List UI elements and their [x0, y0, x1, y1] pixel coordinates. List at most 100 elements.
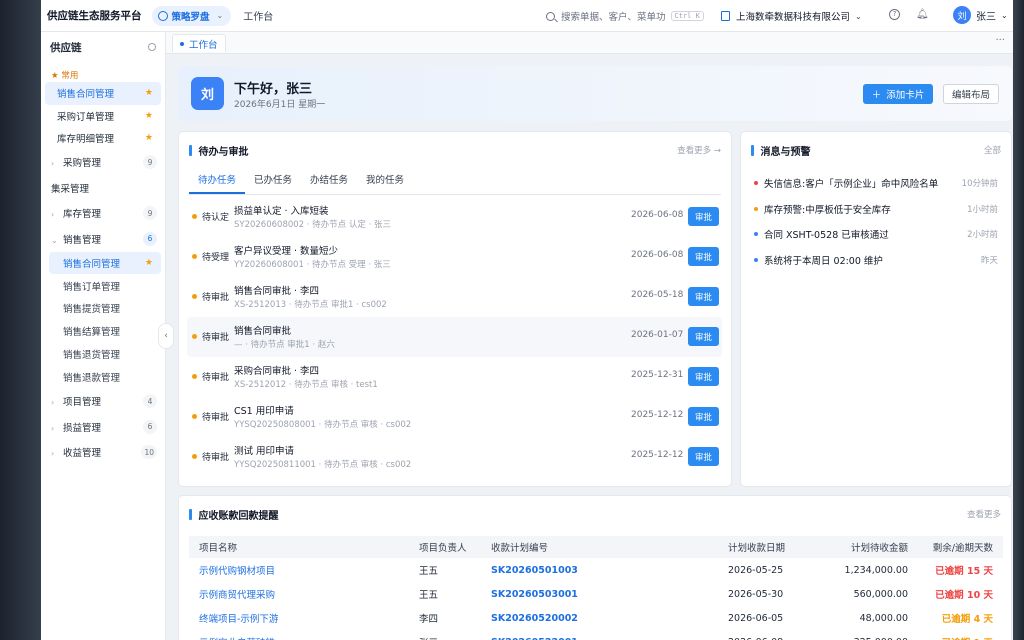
chevron-down-icon: ⌄: [51, 235, 58, 245]
plan-code-link[interactable]: SK20260503001: [481, 582, 718, 606]
view-all-link[interactable]: 全部: [984, 144, 1001, 156]
sidebar-sub-sales-pickup[interactable]: 销售提货管理: [49, 297, 161, 320]
alert-item[interactable]: 库存预警:中厚板低于安全库存 1小时前: [754, 201, 998, 217]
sidebar-menu-project[interactable]: › 项目管理 4: [41, 388, 165, 414]
status-badge: 待审批: [192, 410, 229, 423]
tab-pending[interactable]: 待办任务: [189, 172, 246, 194]
todo-title: 测试 用印申请: [234, 446, 295, 457]
date-cell: 2026-06-05: [728, 612, 784, 624]
approve-button[interactable]: 审批: [688, 207, 719, 226]
sidebar-menu-purchase[interactable]: › 采购管理 9: [41, 150, 165, 176]
dot-icon: [180, 41, 184, 46]
owner-cell: 王五: [419, 566, 439, 577]
todo-item[interactable]: 待认定 损益单认定 · 入库短装 SY20260608002 · 待办节点 认定…: [187, 197, 722, 237]
sidebar-sub-sales-refund[interactable]: 销售退款管理: [49, 365, 161, 388]
sidebar-item-sales-contract[interactable]: 销售合同管理 ★: [45, 82, 161, 105]
count-badge: 4: [143, 394, 157, 409]
tab-done[interactable]: 已办任务: [245, 172, 301, 194]
menu-label: 项目管理: [63, 397, 102, 409]
sidebar-menu-inventory[interactable]: › 库存管理 9: [41, 201, 165, 227]
plan-code-link[interactable]: SK20260501003: [481, 558, 718, 582]
approve-button[interactable]: 审批: [688, 247, 719, 266]
approve-button[interactable]: 审批: [688, 407, 719, 426]
todo-card: 待办与审批 查看更多 → 待办任务 已办任务 办结任务 我的任务 待认定 损益单…: [178, 131, 732, 487]
alert-item[interactable]: 失信信息:客户「示例企业」命中风险名单 10分钟前: [754, 175, 998, 191]
sidebar-menu-sales[interactable]: ⌄ 销售管理 6: [41, 226, 165, 252]
project-link[interactable]: 示例实业自营硅铁: [189, 630, 409, 640]
star-icon[interactable]: ★: [145, 133, 153, 143]
sidebar-collapse-button[interactable]: ‹: [158, 323, 174, 349]
background-right: [1013, 0, 1024, 640]
date-cell: 2026-05-25: [728, 564, 784, 576]
todo-item[interactable]: 待审批 测试 用印申请 YYSQ20250811001 · 待办节点 审核 · …: [187, 437, 722, 477]
approve-button[interactable]: 审批: [688, 287, 719, 306]
strategy-label: 策略罗盘: [171, 11, 210, 23]
frequent-group-label: ★ 常用: [51, 71, 79, 81]
todo-item[interactable]: 待审批 CS1 用印申请 YYSQ20250808001 · 待办节点 审核 ·…: [187, 397, 722, 437]
status-badge: 待受理: [192, 250, 229, 263]
project-link[interactable]: 示例商贸代理采购: [189, 582, 409, 606]
sub-label: 销售退货管理: [63, 350, 121, 362]
tab-closed[interactable]: 办结任务: [301, 172, 357, 194]
receivables-card: 应收账款回款提醒 查看更多 项目名称 项目负责人 收款计划编号 计划收款日期 计…: [178, 495, 1012, 640]
user-menu[interactable]: 刘 张三 ⌄: [953, 6, 1008, 24]
help-icon[interactable]: ?: [889, 9, 900, 20]
todo-item[interactable]: 待审批 销售合同审批 · 李四 XS-2512013 · 待办节点 审批1 · …: [187, 277, 722, 317]
alert-text: 失信信息:客户「示例企业」命中风险名单: [764, 179, 939, 190]
card-title: 消息与预警: [751, 143, 811, 158]
view-more-link[interactable]: 查看更多: [967, 508, 1001, 520]
alert-item[interactable]: 系统将于本周日 02:00 维护 昨天: [754, 252, 998, 268]
sidebar-menu-profit-loss[interactable]: › 损益管理 6: [41, 414, 165, 440]
edit-layout-button[interactable]: 编辑布局: [943, 84, 999, 104]
overdue-cell: 已逾期 1 天: [918, 630, 1003, 640]
app-window: 供应链生态服务平台 策略罗盘 ⌄ 工作台 搜索单据、客户、菜单功 Ctrl K …: [41, 0, 1013, 640]
sub-label: 销售合同管理: [63, 258, 121, 270]
sidebar-sub-sales-return[interactable]: 销售退货管理: [49, 343, 161, 366]
plan-code-link[interactable]: SK20260522001: [481, 630, 718, 640]
star-icon[interactable]: ★: [145, 258, 153, 268]
approve-button[interactable]: 审批: [688, 447, 719, 466]
alert-item[interactable]: 合同 XSHT-0528 已审核通过 2小时前: [754, 226, 998, 242]
project-link[interactable]: 示例代购钢材项目: [189, 558, 409, 582]
tab-workbench[interactable]: 工作台: [172, 34, 226, 52]
plan-code-link[interactable]: SK20260520002: [481, 606, 718, 630]
sidebar-sub-sales-settlement[interactable]: 销售结算管理: [49, 320, 161, 343]
add-card-button[interactable]: ＋ 添加卡片: [863, 84, 933, 104]
menu-label: 收益管理: [63, 448, 102, 460]
todo-tabs: 待办任务 已办任务 办结任务 我的任务: [189, 172, 413, 194]
sidebar-sub-sales-order[interactable]: 销售订单管理: [49, 274, 161, 297]
todo-subtitle: YY20260608001 · 待办节点 受理 · 张三: [234, 260, 391, 270]
todo-item[interactable]: 待受理 客户异议受理 · 数量短少 YY20260608001 · 待办节点 受…: [187, 237, 722, 277]
bell-icon[interactable]: 🔔︎: [916, 9, 929, 20]
chevron-down-icon: ⌄: [855, 11, 862, 21]
search-icon[interactable]: [148, 43, 156, 51]
company-selector[interactable]: 上海数牵数据科技有限公司 ⌄: [721, 9, 862, 23]
search-input[interactable]: 搜索单据、客户、菜单功 Ctrl K: [546, 6, 708, 26]
count-badge: 6: [143, 419, 157, 434]
sidebar-menu-revenue[interactable]: › 收益管理 10: [41, 439, 165, 465]
menu-label: 销售管理: [63, 234, 102, 246]
sidebar-sub-sales-contract[interactable]: 销售合同管理 ★: [49, 251, 161, 275]
table-row: 示例代购钢材项目 王五 SK20260501003 2026-05-25 1,2…: [189, 558, 1003, 582]
project-link[interactable]: 终端项目-示例下游: [189, 606, 409, 630]
approve-button[interactable]: 审批: [688, 327, 719, 346]
view-more-link[interactable]: 查看更多 →: [677, 144, 721, 156]
menu-label: 集采管理: [51, 183, 90, 195]
strategy-compass-button[interactable]: 策略罗盘 ⌄: [151, 5, 232, 26]
more-icon[interactable]: ···: [995, 35, 1005, 46]
tab-mine[interactable]: 我的任务: [357, 172, 413, 194]
todo-item[interactable]: 待审批 销售合同审批 — · 待办节点 审批1 · 赵六 2026-01-07 …: [187, 317, 722, 357]
star-icon[interactable]: ★: [145, 111, 153, 121]
date-cell: 2026-06-08: [718, 630, 813, 640]
status-badge: 待审批: [192, 330, 229, 343]
todo-item[interactable]: 待审批 采购合同审批 · 李四 XS-2512012 · 待办节点 审核 · t…: [187, 357, 722, 397]
approve-button[interactable]: 审批: [688, 367, 719, 386]
overdue-cell: 已逾期 4 天: [941, 614, 993, 625]
workbench-link[interactable]: 工作台: [243, 8, 273, 23]
count-badge: 9: [143, 155, 157, 170]
greeting-date: 2026年6月1日 星期一: [234, 100, 326, 110]
star-icon[interactable]: ★: [145, 88, 153, 98]
sidebar-menu-central-purchase[interactable]: 集采管理: [41, 175, 165, 201]
sidebar-item-inventory-detail[interactable]: 库存明细管理 ★: [45, 127, 161, 150]
sidebar-item-purchase-order[interactable]: 采购订单管理 ★: [45, 105, 161, 128]
